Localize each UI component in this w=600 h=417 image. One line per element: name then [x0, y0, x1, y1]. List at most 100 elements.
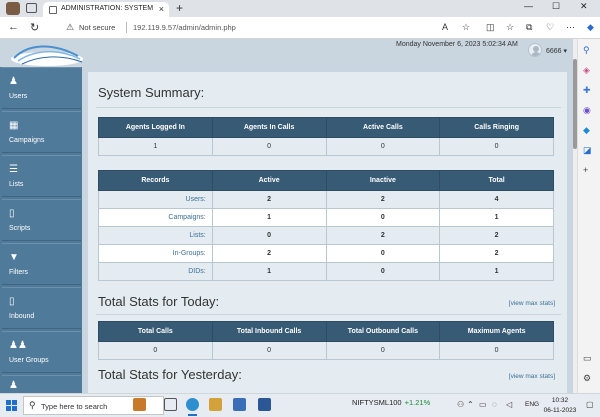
- today-max-stats-link[interactable]: [view max stats]: [509, 300, 555, 307]
- sidebar-item-scripts[interactable]: ▯ Scripts: [2, 199, 81, 241]
- filter-icon: ▼: [9, 252, 19, 263]
- yesterday-max-stats-link[interactable]: [view max stats]: [509, 373, 555, 380]
- close-window-button[interactable]: ✕: [580, 1, 588, 12]
- table-header: Agents Logged In: [98, 117, 213, 138]
- mail-icon[interactable]: [233, 398, 246, 411]
- list-icon: ☰: [9, 164, 18, 175]
- office-icon[interactable]: ◪: [583, 145, 592, 156]
- table-cell: 2: [211, 244, 327, 263]
- new-tab-button[interactable]: +: [176, 1, 183, 15]
- in-groups-record-link[interactable]: In-Groups:: [98, 244, 213, 263]
- copilot-icon[interactable]: ◆: [587, 22, 594, 33]
- sidebar-item-more[interactable]: ♟: [2, 375, 81, 393]
- search-placeholder: Type here to search: [41, 402, 108, 411]
- games-icon[interactable]: ◉: [583, 105, 591, 116]
- user-avatar-icon[interactable]: [528, 43, 542, 57]
- minimize-button[interactable]: —: [524, 1, 533, 11]
- url-separator: [126, 22, 127, 33]
- file-explorer-icon[interactable]: [209, 398, 222, 411]
- sidebar-item-label: Lists: [9, 181, 24, 188]
- settings-gear-icon[interactable]: ⚙: [583, 373, 591, 384]
- main-content: System Summary: Agents Logged In Agents …: [88, 72, 567, 393]
- table-header: Calls Ringing: [439, 117, 554, 138]
- sidebar-item-label: Campaigns: [9, 137, 45, 144]
- shopping-icon[interactable]: ◈: [583, 65, 590, 76]
- table-cell: 1: [98, 137, 213, 156]
- admin-header: Monday November 6, 2023 5:02:34 AM 6666 …: [0, 39, 573, 67]
- clock-time: 10:32: [551, 397, 569, 404]
- tab-actions-icon[interactable]: [26, 3, 37, 13]
- dids-record-link[interactable]: DIDs:: [98, 262, 213, 281]
- word-icon[interactable]: [258, 398, 271, 411]
- browser-tab[interactable]: ADMINISTRATION: SYSTEM SUMMARY ×: [43, 2, 169, 17]
- sidebar-item-inbound[interactable]: ▯ Inbound: [2, 287, 81, 329]
- table-cell: 0: [325, 244, 441, 263]
- table-cell: 1: [439, 208, 554, 227]
- tools-icon[interactable]: ✚: [583, 85, 591, 96]
- table-cell: 1: [211, 208, 327, 227]
- sidebar-item-user-groups[interactable]: ♟♟ User Groups: [2, 331, 81, 373]
- table-header: Active Calls: [325, 117, 441, 138]
- show-hidden-icons[interactable]: ⌃: [467, 400, 474, 409]
- campaigns-record-link[interactable]: Campaigns:: [98, 208, 213, 227]
- notifications-icon[interactable]: ▢: [586, 400, 594, 409]
- lists-record-link[interactable]: Lists:: [98, 226, 213, 245]
- sidebar-layout-icon[interactable]: ▭: [583, 353, 592, 364]
- more-options-icon[interactable]: ⋯: [566, 22, 575, 33]
- sidebar-item-lists[interactable]: ☰ Lists: [2, 155, 81, 197]
- back-arrow-icon[interactable]: ←: [8, 21, 19, 33]
- table-row: In-Groups: 2 0 2: [98, 244, 554, 263]
- task-view-icon[interactable]: [164, 398, 177, 411]
- today-stats-title: Total Stats for Today:: [98, 294, 220, 309]
- search-icon: ⚲: [29, 400, 36, 410]
- people-icon[interactable]: ⚇: [457, 400, 464, 409]
- windows-start-icon[interactable]: [6, 400, 17, 411]
- sidebar-item-users[interactable]: ♟ Users: [2, 67, 81, 109]
- favorite-star-icon[interactable]: ☆: [462, 22, 470, 33]
- search-icon[interactable]: ⚲: [583, 45, 590, 56]
- sidebar-item-campaigns[interactable]: ▦ Campaigns: [2, 111, 81, 153]
- sidebar-item-label: Users: [9, 93, 28, 100]
- divider: [96, 107, 561, 108]
- battery-icon[interactable]: ▭: [479, 400, 487, 409]
- input-language[interactable]: ENG: [525, 401, 539, 408]
- left-sidebar: ♟ Users ▦ Campaigns ☰ Lists ▯ Scripts ▼ …: [0, 67, 82, 393]
- warning-icon[interactable]: ⚠: [66, 22, 74, 33]
- users-icon: ♟♟: [9, 340, 27, 351]
- table-cell: 2: [439, 244, 554, 263]
- security-label[interactable]: Not secure: [79, 23, 115, 32]
- network-icon[interactable]: ◌: [492, 400, 497, 409]
- agents-summary-table: Agents Logged In Agents In Calls Active …: [98, 117, 554, 156]
- table-cell: 0: [211, 137, 327, 156]
- table-cell: 0: [211, 226, 327, 245]
- outlook-icon[interactable]: ◆: [583, 125, 590, 136]
- records-table: Records Active Inactive Total Users: 2 2…: [98, 170, 554, 281]
- url-text[interactable]: 192.119.9.57/admin/admin.php: [133, 23, 236, 32]
- maximize-button[interactable]: ☐: [552, 1, 560, 12]
- sidebar-item-label: Filters: [9, 269, 29, 276]
- browser-essentials-icon[interactable]: ♡: [546, 22, 554, 33]
- read-aloud-icon[interactable]: A: [442, 22, 448, 32]
- tab-close-icon[interactable]: ×: [159, 4, 164, 14]
- edge-browser-icon[interactable]: [186, 398, 199, 416]
- table-cell: 1: [439, 262, 554, 281]
- refresh-icon[interactable]: ↻: [30, 21, 39, 34]
- stock-ticker[interactable]: NIFTYSML100 +1.21%: [352, 398, 430, 407]
- add-icon[interactable]: +: [583, 165, 588, 175]
- sidebar-item-filters[interactable]: ▼ Filters: [2, 243, 81, 285]
- collections-icon[interactable]: ⧉: [526, 22, 532, 33]
- users-record-link[interactable]: Users:: [98, 190, 213, 209]
- favorites-icon[interactable]: ☆: [506, 22, 514, 33]
- table-header: Total: [439, 170, 554, 191]
- profile-icon[interactable]: [6, 2, 20, 15]
- url-field[interactable]: ⚠ Not secure 192.119.9.57/admin/admin.ph…: [62, 20, 484, 36]
- volume-icon[interactable]: ◁: [506, 400, 512, 409]
- table-cell: 0: [325, 208, 441, 227]
- news-widget-icon[interactable]: [133, 398, 146, 411]
- username-dropdown[interactable]: 6666 ▾: [546, 47, 567, 55]
- split-screen-icon[interactable]: ◫: [486, 22, 495, 33]
- sidebar-item-label: Scripts: [9, 225, 31, 232]
- user-icon: ♟: [9, 76, 18, 87]
- table-row: 0 0 0 0: [98, 341, 554, 360]
- system-clock[interactable]: 10:32 06-11-2023: [541, 396, 579, 416]
